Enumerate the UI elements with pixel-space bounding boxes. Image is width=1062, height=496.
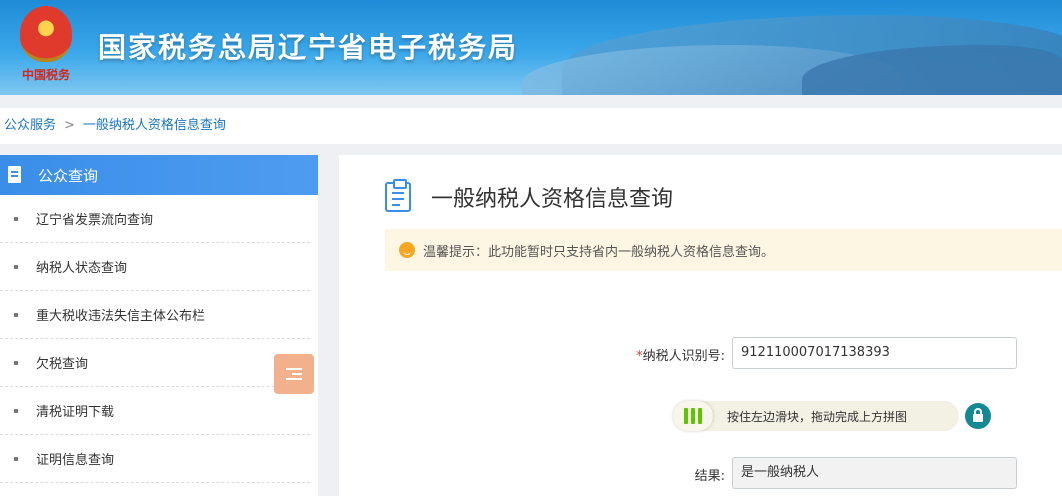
sidebar-item-label: 辽宁省发票流向查询 [36,213,154,228]
bullet-icon [14,408,18,413]
result-label: 结果: [694,469,725,484]
sidebar-item-label: 清税证明下载 [36,405,115,420]
page-heading: 一般纳税人资格信息查询 [385,179,674,213]
bullet-icon [14,216,18,221]
sidebar-item-label: 证明信息查询 [36,453,115,468]
site-title: 国家税务总局辽宁省电子税务局 [98,31,519,64]
result-field: 是一般纳税人 [732,457,1017,489]
bullet-icon [14,264,18,269]
menu-lines-icon [286,368,302,370]
main-panel: 一般纳税人资格信息查询 温馨提示：此功能暂时只支持省内一般纳税人资格信息查询。 … [339,155,1062,496]
emblem-text: 中国税务 [21,68,70,82]
sidebar: 公众查询 辽宁省发票流向查询 纳税人状态查询 重大税收违法失信主体公布栏 欠税查… [0,155,318,496]
sidebar-item-arrears[interactable]: 欠税查询 [0,339,310,387]
breadcrumb-current-link[interactable]: 一般纳税人资格信息查询 [83,118,226,133]
notice-banner: 温馨提示：此功能暂时只支持省内一般纳税人资格信息查询。 [385,229,1062,271]
sidebar-item-certificate-query[interactable]: 证明信息查询 [0,435,310,483]
taxpayer-id-input[interactable]: 912110007017138393 [732,337,1017,369]
sidebar-item-taxpayer-status[interactable]: 纳税人状态查询 [0,243,310,291]
sidebar-item-label: 欠税查询 [36,357,89,372]
smile-icon [399,242,415,258]
sidebar-header[interactable]: 公众查询 [0,155,318,195]
slider-hint-text: 按住左边滑块，拖动完成上方拼图 [727,409,908,424]
bullet-icon [14,456,18,461]
header-banner: 中国税务 国家税务总局辽宁省电子税务局 [0,0,1062,95]
menu-lines-icon [292,373,302,375]
taxpayer-id-label: *纳税人识别号: [579,345,725,364]
taxpayer-id-label-text: 纳税人识别号: [642,349,725,364]
sidebar-item-violation-board[interactable]: 重大税收违法失信主体公布栏 [0,291,310,339]
menu-lines-icon [286,378,302,380]
sidebar-item-label: 重大税收违法失信主体公布栏 [36,309,206,324]
document-icon [8,166,24,184]
bullet-icon [14,312,18,317]
breadcrumb-separator: > [64,118,75,133]
sidebar-item-invoice-flow[interactable]: 辽宁省发票流向查询 [0,195,310,243]
slider-captcha[interactable]: 按住左边滑块，拖动完成上方拼图 [673,401,959,431]
lock-icon [965,403,991,429]
sidebar-menu: 辽宁省发票流向查询 纳税人状态查询 重大税收违法失信主体公布栏 欠税查询 清税证… [0,195,318,483]
breadcrumb-root-link[interactable]: 公众服务 [4,118,56,133]
breadcrumb: 公众服务 > 一般纳税人资格信息查询 [0,108,1062,144]
tax-emblem-logo: 中国税务 [14,6,78,88]
sidebar-title: 公众查询 [38,166,99,185]
emblem-icon [20,6,72,62]
page-title: 一般纳税人资格信息查询 [431,187,674,212]
sidebar-item-clearance-download[interactable]: 清税证明下载 [0,387,310,435]
sidebar-toggle-button[interactable] [274,354,314,394]
slider-handle[interactable] [673,401,713,431]
clipboard-icon [385,179,411,212]
notice-text: 温馨提示：此功能暂时只支持省内一般纳税人资格信息查询。 [423,244,775,260]
sidebar-item-label: 纳税人状态查询 [36,261,128,276]
bullet-icon [14,360,18,365]
